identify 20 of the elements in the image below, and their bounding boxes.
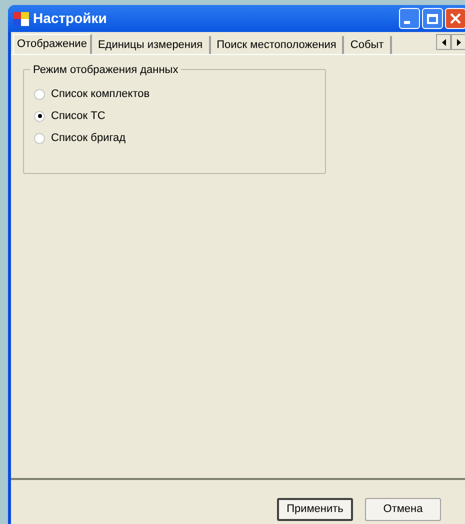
radio-button[interactable] <box>34 88 45 100</box>
dialog-button[interactable]: Применить <box>277 498 353 521</box>
scroll-right-button[interactable] <box>451 34 465 50</box>
radio-label: Список бригад <box>51 130 126 146</box>
window-title: Настройки <box>33 9 107 28</box>
radio-label: Список ТС <box>51 108 106 124</box>
right-arrow-icon <box>456 38 460 46</box>
close-icon <box>450 13 461 24</box>
scroll-left-button[interactable] <box>436 34 451 50</box>
radio-label: Список комплектов <box>51 86 150 102</box>
group-title: Режим отображения данных <box>30 62 182 78</box>
window-icon <box>13 12 29 26</box>
close-button[interactable] <box>445 8 465 29</box>
radio-button[interactable] <box>34 132 45 144</box>
minimize-button[interactable] <box>399 8 420 29</box>
dialog-button[interactable]: Отмена <box>365 498 441 521</box>
maximize-button[interactable] <box>422 8 443 29</box>
radio-button[interactable] <box>34 110 45 122</box>
tab[interactable]: Отображение <box>13 34 92 54</box>
left-arrow-icon <box>442 38 446 46</box>
